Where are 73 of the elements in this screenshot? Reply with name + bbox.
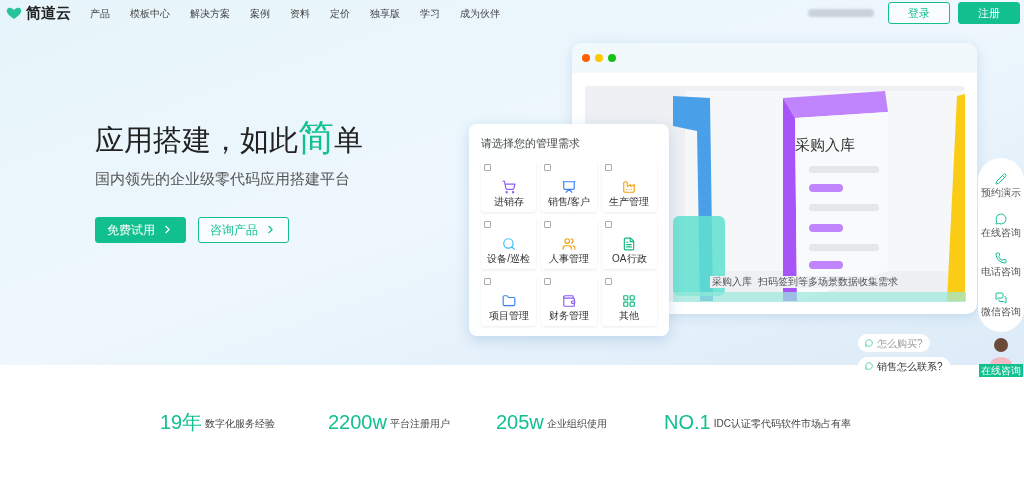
option-label: 销售/客户 bbox=[547, 195, 591, 208]
stat-value: 2200w bbox=[328, 410, 387, 433]
chat-prompt[interactable]: 销售怎么联系? bbox=[858, 357, 950, 375]
heart-logo-icon bbox=[5, 6, 23, 20]
need-option[interactable]: 生产管理 bbox=[601, 160, 657, 212]
phone-icon bbox=[995, 252, 1007, 265]
nav-link[interactable]: 独享版 bbox=[370, 5, 400, 21]
magnifier-icon bbox=[501, 236, 516, 251]
option-label: 项目管理 bbox=[488, 309, 529, 322]
illustration-caption: 采购入库 扫码签到等多场景数据收集需求 bbox=[710, 276, 900, 288]
nav-link[interactable]: 模板中心 bbox=[130, 5, 170, 21]
option-label: 进销存 bbox=[493, 195, 524, 208]
option-label: 人事管理 bbox=[549, 252, 589, 265]
stat-value: 19年 bbox=[160, 410, 203, 433]
stat-label: 企业组织使用 bbox=[546, 416, 607, 431]
option-label: OA行政 bbox=[612, 252, 647, 265]
option-label: 财务管理 bbox=[549, 309, 589, 322]
need-option[interactable]: 设备/巡检 bbox=[481, 217, 537, 269]
stat-value: 205w bbox=[496, 410, 544, 433]
folder-icon bbox=[501, 293, 516, 308]
blurred-placeholder bbox=[808, 9, 874, 17]
nav-link[interactable]: 产品 bbox=[90, 5, 110, 21]
document-title: 采购入库 bbox=[795, 135, 855, 155]
need-option[interactable]: OA行政 bbox=[601, 217, 657, 269]
card-title: 请选择您的管理需求 bbox=[481, 136, 581, 151]
side-tool-button[interactable]: 微信咨询 bbox=[981, 291, 1021, 317]
avatar-silhouette-icon bbox=[988, 336, 1014, 364]
brand-name[interactable]: 简道云 bbox=[26, 1, 71, 25]
need-option[interactable]: 财务管理 bbox=[541, 274, 597, 326]
stat-label: 平台注册用户 bbox=[389, 416, 450, 431]
need-option[interactable]: 人事管理 bbox=[541, 217, 597, 269]
need-option[interactable]: 其他 bbox=[601, 274, 657, 326]
checkbox[interactable] bbox=[484, 277, 491, 285]
pencil-icon bbox=[995, 173, 1007, 186]
chart-board-icon bbox=[562, 179, 576, 194]
checkbox[interactable] bbox=[544, 220, 552, 228]
stat-value: NO.1 bbox=[664, 410, 711, 433]
factory-icon bbox=[622, 179, 637, 194]
cart-icon bbox=[501, 179, 516, 194]
need-option[interactable]: 项目管理 bbox=[481, 274, 537, 326]
option-label: 其他 bbox=[619, 309, 640, 322]
option-label: 生产管理 bbox=[609, 195, 650, 208]
chat-icon bbox=[865, 339, 873, 347]
people-icon bbox=[562, 236, 576, 251]
checkbox[interactable] bbox=[604, 277, 612, 285]
need-option[interactable]: 销售/客户 bbox=[541, 160, 597, 212]
checkbox[interactable] bbox=[484, 220, 491, 228]
chat-icon bbox=[865, 362, 873, 370]
checkbox[interactable] bbox=[544, 277, 552, 285]
side-tool-button[interactable]: 预约演示 bbox=[981, 173, 1021, 199]
nav-link[interactable]: 成为伙伴 bbox=[460, 5, 500, 21]
nav-link[interactable]: 解决方案 bbox=[190, 5, 230, 21]
checkbox[interactable] bbox=[484, 163, 491, 171]
side-tool-button[interactable]: 电话咨询 bbox=[981, 252, 1021, 278]
need-option[interactable]: 进销存 bbox=[481, 160, 537, 212]
wallet-icon bbox=[562, 293, 576, 308]
checkbox[interactable] bbox=[604, 163, 612, 171]
hero-title: 应用搭建，如此简单 bbox=[95, 118, 364, 160]
hero-subtitle: 国内领先的企业级零代码应用搭建平台 bbox=[95, 169, 351, 189]
stat-label: IDC认证零代码软件市场占有率 bbox=[713, 416, 851, 431]
nav-link[interactable]: 案例 bbox=[250, 5, 270, 21]
nav-link[interactable]: 定价 bbox=[330, 5, 350, 21]
nav-link[interactable]: 学习 bbox=[420, 5, 440, 21]
grid-icon bbox=[622, 293, 637, 308]
nav-link[interactable]: 资料 bbox=[290, 5, 310, 21]
checkbox[interactable] bbox=[544, 163, 552, 171]
side-tool-button[interactable]: 在线咨询 bbox=[981, 212, 1021, 238]
stat-label: 数字化服务经验 bbox=[205, 416, 276, 431]
chat-bubbles-icon bbox=[995, 291, 1007, 304]
document-icon bbox=[622, 236, 637, 251]
checkbox[interactable] bbox=[604, 220, 612, 228]
option-label: 设备/巡检 bbox=[487, 252, 531, 265]
chat-icon bbox=[995, 212, 1007, 225]
